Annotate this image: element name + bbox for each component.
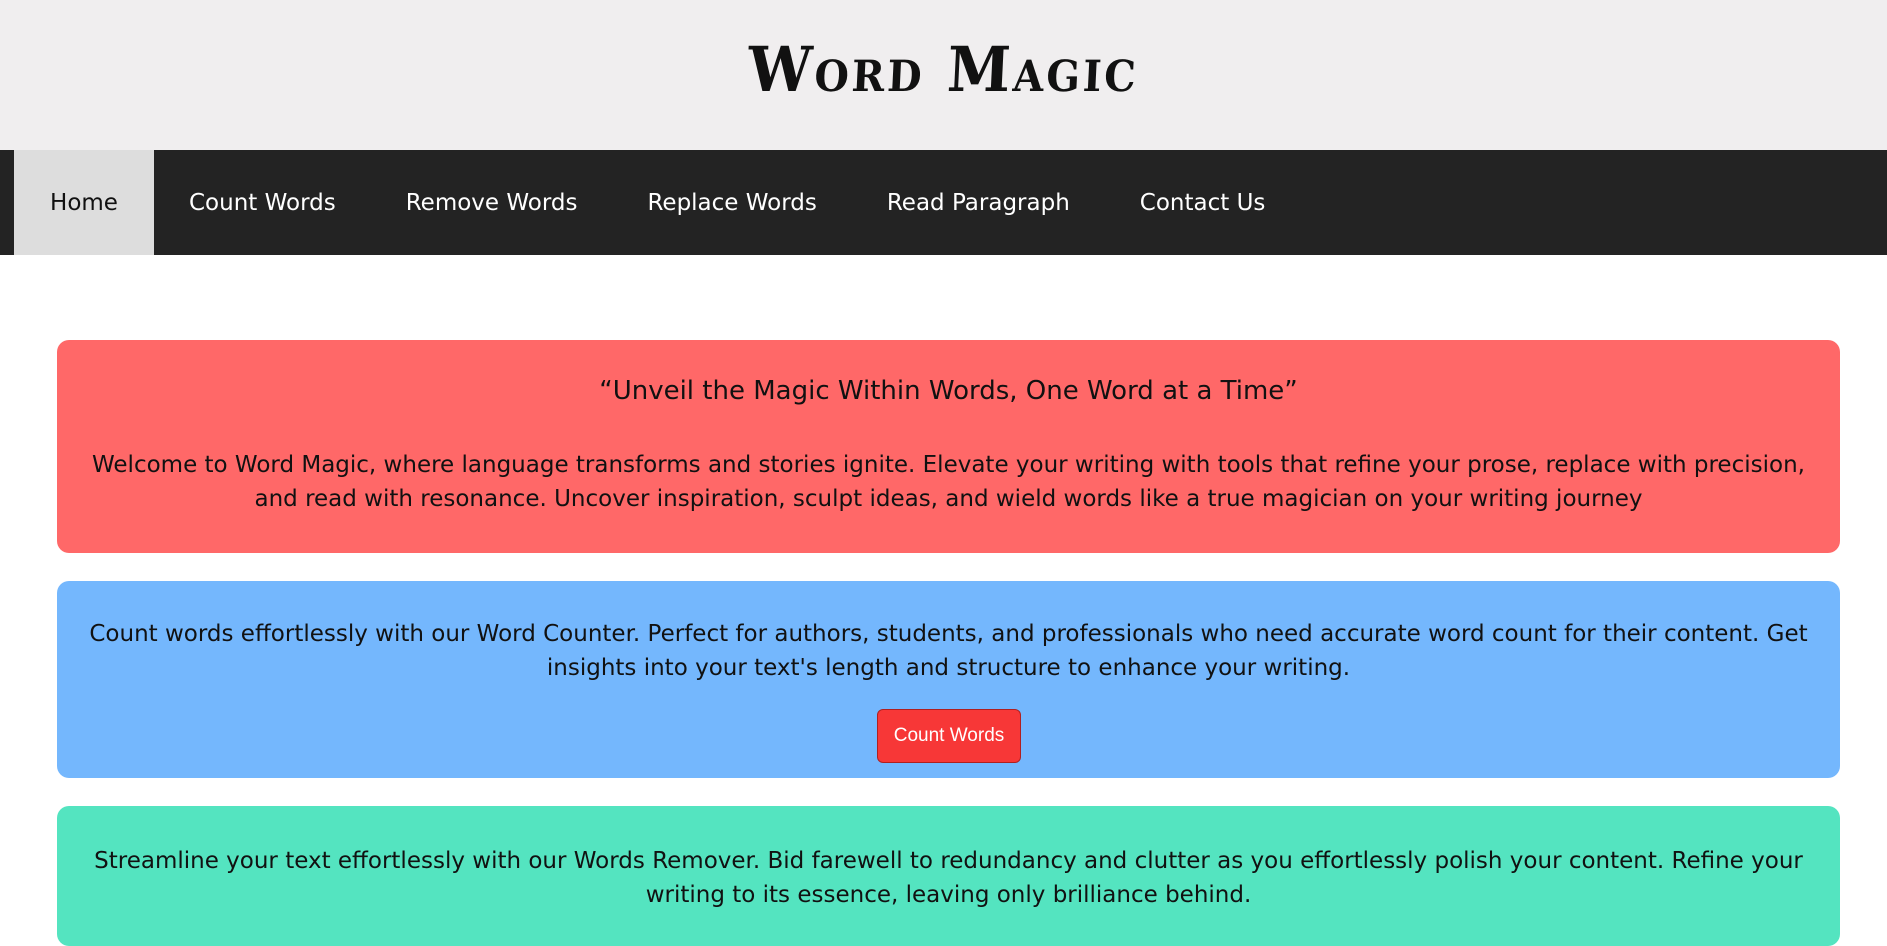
count-words-button[interactable]: Count Words — [877, 709, 1021, 763]
site-header: Word Magic — [0, 0, 1887, 150]
remove-words-description: Streamline your text effortlessly with o… — [94, 848, 1803, 908]
nav-item-contact-us[interactable]: Contact Us — [1105, 150, 1301, 255]
main-nav: Home Count Words Remove Words Replace Wo… — [0, 150, 1887, 255]
nav-item-remove-words[interactable]: Remove Words — [371, 150, 613, 255]
nav-item-replace-words[interactable]: Replace Words — [612, 150, 851, 255]
nav-item-home[interactable]: Home — [14, 150, 154, 255]
count-words-description: Count words effortlessly with our Word C… — [89, 621, 1808, 681]
count-words-card: Count words effortlessly with our Word C… — [57, 581, 1840, 778]
site-logo[interactable]: Word Magic — [746, 33, 1140, 106]
nav-item-count-words[interactable]: Count Words — [154, 150, 371, 255]
remove-words-card: Streamline your text effortlessly with o… — [57, 806, 1840, 946]
nav-item-read-paragraph[interactable]: Read Paragraph — [852, 150, 1105, 255]
hero-text: Welcome to Word Magic, where language tr… — [92, 452, 1805, 512]
hero-card: “Unveil the Magic Within Words, One Word… — [57, 340, 1840, 553]
hero-tagline: “Unveil the Magic Within Words, One Word… — [599, 376, 1298, 406]
